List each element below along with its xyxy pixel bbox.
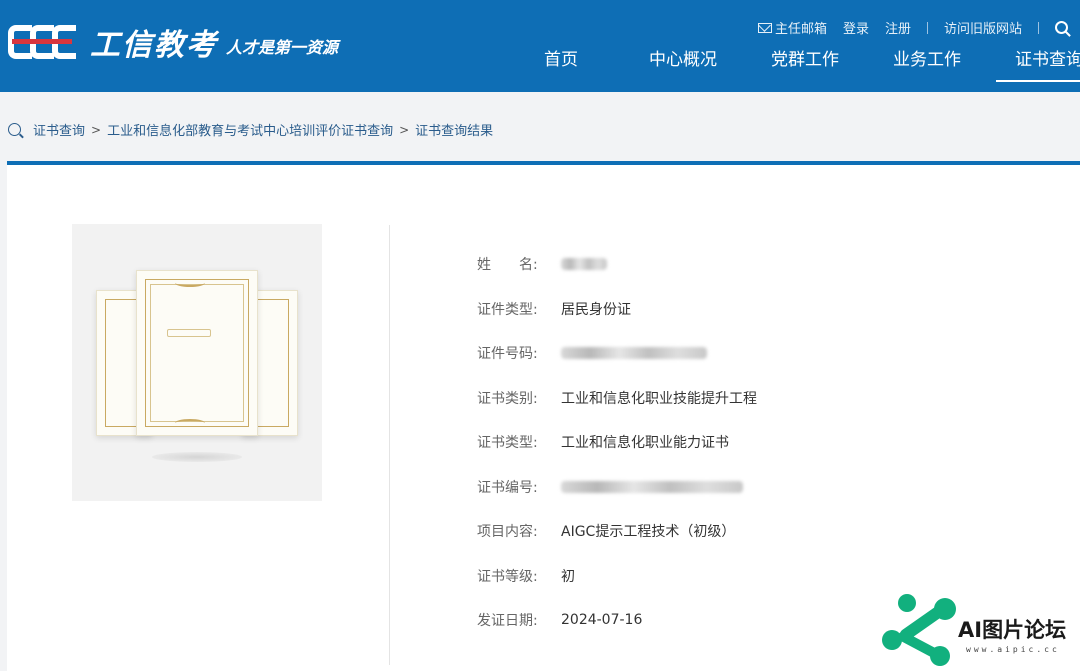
field-value: 工业和信息化职业能力证书: [561, 435, 729, 452]
field-label: 证件号码:: [477, 346, 538, 363]
field-row: 证书编号:: [477, 465, 757, 510]
redacted-value: [561, 480, 743, 493]
field-row: 证书类别: 工业和信息化职业技能提升工程: [477, 376, 757, 421]
breadcrumb-item-result: 证书查询结果: [415, 124, 494, 139]
field-value: 2024-07-16: [561, 612, 643, 629]
watermark-mark: [898, 594, 916, 612]
field-row: 姓 名:: [477, 242, 757, 287]
field-label: 证书等级:: [477, 568, 538, 585]
nav-center-overview[interactable]: 中心概况: [622, 48, 744, 82]
nav-business-work[interactable]: 业务工作: [866, 48, 988, 82]
watermark-mark: [934, 598, 956, 620]
mail-link-label: 主任邮箱: [774, 22, 827, 37]
divider: [1038, 21, 1039, 34]
field-row: 证书类型: 工业和信息化职业能力证书: [477, 420, 757, 465]
top-links: 主任邮箱 登录 注册 访问旧版网站: [742, 18, 1068, 37]
field-label: 证书编号:: [477, 479, 538, 496]
logo-text: 工信教考: [90, 28, 218, 63]
field-label: 证件类型:: [477, 301, 538, 318]
mail-icon: [757, 22, 772, 33]
redacted-value: [561, 347, 707, 360]
redacted-value: [561, 258, 607, 271]
field-label: 发证日期:: [477, 613, 538, 630]
vertical-divider: [389, 225, 390, 665]
search-icon[interactable]: [1055, 21, 1068, 34]
certificate-fields: 姓 名: 证件类型: 居民身份证 证件号码: 证书类别: 工业和信息化职业技能提…: [477, 242, 757, 643]
field-label: 项目内容:: [477, 524, 538, 541]
watermark-mark: [882, 630, 902, 650]
watermark-logo: AI图片论坛 www.aipic.cc: [878, 592, 1078, 670]
field-row: 证书等级: 初: [477, 554, 757, 599]
field-label: 姓 名:: [477, 257, 538, 274]
cec-logo-icon: [8, 25, 80, 59]
main-nav: 首页 中心概况 党群工作 业务工作 证书查询: [500, 48, 1080, 82]
nav-home[interactable]: 首页: [500, 48, 622, 82]
field-value: 居民身份证: [561, 301, 631, 318]
nav-certificate-query[interactable]: 证书查询: [988, 48, 1080, 82]
field-label: 证书类型:: [477, 435, 538, 452]
field-value: 工业和信息化职业技能提升工程: [561, 390, 757, 407]
breadcrumb-item-training-query[interactable]: 工业和信息化部教育与考试中心培训评价证书查询: [107, 120, 393, 139]
divider: [926, 21, 928, 34]
login-link[interactable]: 登录: [843, 18, 869, 37]
old-site-link[interactable]: 访问旧版网站: [944, 18, 1022, 37]
breadcrumb-item-query[interactable]: 证书查询: [33, 120, 85, 139]
field-value: 初: [561, 568, 575, 585]
field-value: AIGC提示工程技术（初级）: [561, 524, 736, 541]
field-label: 证书类别:: [477, 390, 538, 407]
chevron-right-icon: >: [399, 122, 410, 137]
nav-party-work[interactable]: 党群工作: [744, 48, 866, 82]
certificate-image: [72, 224, 322, 501]
search-icon: [8, 123, 21, 136]
site-header: 工信教考 人才是第一资源 主任邮箱 登录 注册 访问旧版网站 首页 中心概况 党…: [0, 0, 1080, 92]
field-row: 项目内容: AIGC提示工程技术（初级）: [477, 509, 757, 554]
watermark-url: www.aipic.cc: [966, 645, 1060, 654]
breadcrumb: 证书查询 > 工业和信息化部教育与考试中心培训评价证书查询 > 证书查询结果: [8, 120, 493, 139]
slogan: 人才是第一资源: [226, 38, 339, 57]
mail-link[interactable]: 主任邮箱: [757, 18, 827, 37]
chevron-right-icon: >: [91, 122, 102, 137]
site-logo[interactable]: 工信教考: [8, 24, 218, 63]
register-link[interactable]: 注册: [885, 18, 911, 37]
field-row: 证件号码:: [477, 331, 757, 376]
field-row: 发证日期: 2024-07-16: [477, 598, 757, 643]
watermark-text: AI图片论坛: [958, 618, 1067, 642]
watermark-mark: [930, 646, 950, 666]
certificate-sheet: [136, 270, 258, 436]
field-row: 证件类型: 居民身份证: [477, 287, 757, 332]
